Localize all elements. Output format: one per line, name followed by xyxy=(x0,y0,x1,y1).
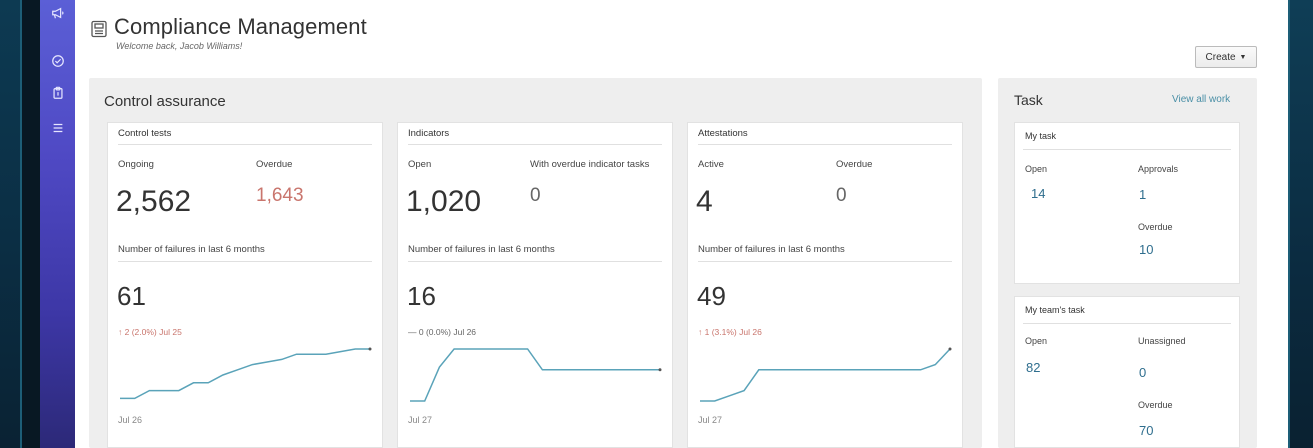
control-tests-card[interactable]: Control tests Ongoing Overdue 2,562 1,64… xyxy=(107,122,383,448)
sparkline-date: Jul 26 xyxy=(118,415,143,425)
sparkline-attestations xyxy=(700,347,952,402)
clipboard-icon[interactable] xyxy=(40,80,75,106)
create-button-label: Create xyxy=(1205,51,1236,63)
arrow-up-icon: ↑ xyxy=(698,327,705,337)
check-circle-icon[interactable] xyxy=(40,48,75,74)
sparkline-path xyxy=(120,348,370,400)
overdue-value[interactable]: 70 xyxy=(1139,423,1153,438)
card-title: Indicators xyxy=(408,128,450,139)
overdue-indicator-tasks-value[interactable]: 0 xyxy=(530,185,541,207)
divider xyxy=(1023,149,1231,150)
open-label: Open xyxy=(1025,164,1048,174)
unassigned-label: Unassigned xyxy=(1138,336,1186,346)
failures-label: Number of failures in last 6 months xyxy=(698,244,845,255)
sparkline-date: Jul 27 xyxy=(408,415,433,425)
ongoing-label: Ongoing xyxy=(118,159,154,170)
failures-value[interactable]: 61 xyxy=(117,281,146,312)
sparkline-end-point xyxy=(948,347,952,351)
overdue-label: Overdue xyxy=(836,159,873,170)
card-title: Control tests xyxy=(118,128,172,139)
overdue-label: Overdue xyxy=(1138,400,1173,410)
caret-down-icon: ▼ xyxy=(1239,53,1247,61)
overdue-value[interactable]: 10 xyxy=(1139,242,1153,257)
frame-gap xyxy=(22,0,40,448)
sparkline-end-point xyxy=(658,368,662,372)
document-icon xyxy=(90,20,108,38)
sparkline-path xyxy=(410,348,660,402)
open-value[interactable]: 14 xyxy=(1031,186,1045,201)
approvals-value[interactable]: 1 xyxy=(1139,187,1146,202)
divider xyxy=(408,144,662,145)
open-label: Open xyxy=(408,159,432,170)
failures-delta: — 0 (0.0%) Jul 26 xyxy=(408,327,477,337)
overdue-label: Overdue xyxy=(256,159,293,170)
failures-label: Number of failures in last 6 months xyxy=(118,244,265,255)
sparkline-path xyxy=(700,348,951,402)
approvals-label: Approvals xyxy=(1138,164,1179,174)
task-title: Task xyxy=(1014,92,1043,108)
failures-delta: ↑ 2 (2.0%) Jul 25 xyxy=(118,327,182,337)
overdue-value[interactable]: 0 xyxy=(836,185,847,207)
window-frame-right xyxy=(1288,0,1313,448)
welcome-message: Welcome back, Jacob Williams! xyxy=(116,41,243,51)
sparkline-date: Jul 27 xyxy=(698,415,723,425)
delta-text: 2 (2.0%) Jul 25 xyxy=(124,327,182,337)
open-value[interactable]: 1,020 xyxy=(406,185,481,219)
control-assurance-title: Control assurance xyxy=(104,93,226,110)
divider xyxy=(408,261,662,262)
failures-value[interactable]: 16 xyxy=(407,281,436,312)
overdue-indicator-tasks-label: With overdue indicator tasks xyxy=(530,159,650,170)
divider xyxy=(118,144,372,145)
failures-label: Number of failures in last 6 months xyxy=(408,244,555,255)
open-value[interactable]: 82 xyxy=(1026,360,1040,375)
card-title: My task xyxy=(1025,131,1057,141)
active-label: Active xyxy=(698,159,724,170)
arrow-up-icon: ↑ xyxy=(118,327,125,337)
attestations-card[interactable]: Attestations Active Overdue 4 0 Number o… xyxy=(687,122,963,448)
ongoing-value[interactable]: 2,562 xyxy=(116,185,191,219)
view-all-work-link[interactable]: View all work xyxy=(1172,94,1230,105)
team-task-card: My team's task Open 82 Unassigned 0 Over… xyxy=(1014,296,1240,448)
unassigned-value[interactable]: 0 xyxy=(1139,365,1146,380)
my-task-card: My task Open 14 Approvals 1 Overdue 10 xyxy=(1014,122,1240,284)
create-button[interactable]: Create ▼ xyxy=(1195,46,1257,68)
overdue-label: Overdue xyxy=(1138,222,1173,232)
list-icon[interactable] xyxy=(40,115,75,141)
failures-delta: ↑ 1 (3.1%) Jul 26 xyxy=(698,327,762,337)
page-title: Compliance Management xyxy=(114,14,367,39)
card-title: Attestations xyxy=(698,128,748,139)
divider xyxy=(118,261,372,262)
open-label: Open xyxy=(1025,336,1048,346)
overdue-value[interactable]: 1,643 xyxy=(256,185,304,207)
indicators-card[interactable]: Indicators Open With overdue indicator t… xyxy=(397,122,673,448)
sparkline-end-point xyxy=(368,347,372,351)
active-value[interactable]: 4 xyxy=(696,185,713,219)
divider xyxy=(698,261,952,262)
sparkline-control-tests xyxy=(120,347,372,400)
divider xyxy=(698,144,952,145)
sparkline-indicators xyxy=(410,348,662,402)
window-frame-left xyxy=(0,0,22,448)
sidebar xyxy=(40,0,75,448)
divider xyxy=(1023,323,1231,324)
failures-value[interactable]: 49 xyxy=(697,281,726,312)
card-title: My team's task xyxy=(1025,305,1085,315)
delta-text: 1 (3.1%) Jul 26 xyxy=(704,327,762,337)
megaphone-icon[interactable] xyxy=(40,0,75,26)
